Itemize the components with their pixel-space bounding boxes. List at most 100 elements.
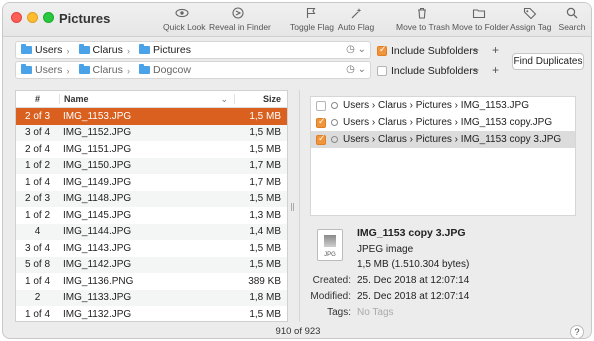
row-filename: IMG_1145.JPG <box>63 209 132 221</box>
folder-icon <box>78 64 90 74</box>
path-segment[interactable]: Clarus <box>74 62 123 78</box>
chevron-right-icon: › <box>66 46 70 56</box>
folder-icon <box>452 7 506 21</box>
row-number: 1 of 4 <box>24 176 51 188</box>
folder-icon <box>78 44 90 54</box>
reveal-in-finder-button[interactable]: Reveal in Finder <box>209 7 271 35</box>
quick-look-button[interactable]: Quick Look <box>163 7 206 35</box>
remove-path-button[interactable]: − <box>472 63 479 77</box>
toolbar: Pictures Quick Look Reveal in Finder Tog… <box>3 3 591 37</box>
row-number: 4 <box>34 226 41 238</box>
folder-icon <box>139 64 151 74</box>
table-row[interactable]: 3 of 4 IMG_1152.JPG 1,5 MB <box>16 124 287 141</box>
auto-flag-button[interactable]: Auto Flag <box>337 7 375 35</box>
split-view-handle[interactable] <box>290 203 295 211</box>
table-row[interactable]: 2 IMG_1133.JPG 1,8 MB <box>16 289 287 306</box>
path-segment[interactable]: Users <box>16 62 62 78</box>
row-filesize: 1,5 MB <box>249 110 281 122</box>
flag-radio-icon[interactable] <box>331 136 338 143</box>
column-header-name[interactable]: Name ⌄ <box>59 94 234 104</box>
recent-paths-icon[interactable]: ◷ ⌄ <box>346 44 366 55</box>
row-filename: IMG_1152.JPG <box>63 127 132 139</box>
assign-tag-button[interactable]: Assign Tag <box>510 7 551 35</box>
move-to-folder-button[interactable]: Move to Folder <box>452 7 509 35</box>
path-segment[interactable]: Dogcow <box>134 62 191 78</box>
path-segment[interactable]: Users <box>16 42 62 58</box>
remove-path-button[interactable]: − <box>472 43 479 57</box>
row-number: 2 of 3 <box>24 193 51 205</box>
row-filesize: 1,3 MB <box>249 209 281 221</box>
close-window-button[interactable] <box>11 12 22 23</box>
include-subfolders-secondary[interactable]: Include Subfolders <box>377 65 478 77</box>
column-header-size[interactable]: Size <box>234 94 287 104</box>
row-number: 1 of 4 <box>24 308 51 320</box>
add-path-button[interactable]: + <box>492 43 499 57</box>
row-filesize: 1,5 MB <box>249 308 281 320</box>
row-filename: IMG_1133.JPG <box>63 292 132 304</box>
row-filesize: 1,5 MB <box>249 143 281 155</box>
table-row[interactable]: 1 of 2 IMG_1145.JPG 1,3 MB <box>16 207 287 224</box>
duplicate-checkbox[interactable] <box>316 116 326 128</box>
row-filesize: 1,5 MB <box>249 259 281 271</box>
detail-filename: IMG_1153 copy 3.JPG <box>357 227 466 239</box>
table-row[interactable]: 1 of 4 IMG_1149.JPG 1,7 MB <box>16 174 287 191</box>
include-subfolders-checkbox[interactable] <box>377 44 387 56</box>
row-filename: IMG_1132.JPG <box>63 308 132 320</box>
table-row[interactable]: 2 of 3 IMG_1153.JPG 1,5 MB <box>16 108 287 125</box>
trash-icon <box>396 7 448 21</box>
help-button[interactable]: ? <box>570 325 584 338</box>
minimize-window-button[interactable] <box>27 12 38 23</box>
row-number: 2 of 3 <box>24 110 51 122</box>
list-item[interactable]: Users › Clarus › Pictures › IMG_1153 cop… <box>311 131 575 148</box>
row-number: 2 <box>34 292 41 304</box>
toggle-flag-button[interactable]: Toggle Flag <box>290 7 334 35</box>
table-row[interactable]: 5 of 8 IMG_1142.JPG 1,5 MB <box>16 256 287 273</box>
path-control-secondary[interactable]: Users › Clarus › Dogcow ◷ ⌄ <box>15 61 371 79</box>
table-row[interactable]: 2 of 3 IMG_1148.JPG 1,5 MB <box>16 190 287 207</box>
table-row[interactable]: 2 of 4 IMG_1151.JPG 1,5 MB <box>16 141 287 158</box>
row-filename: IMG_1144.JPG <box>63 226 132 238</box>
row-filename: IMG_1143.JPG <box>63 242 132 254</box>
chevron-right-icon: › <box>126 46 130 56</box>
file-thumbnail-icon: JPG <box>317 229 343 261</box>
duplicate-checkbox[interactable] <box>316 133 326 145</box>
reveal-icon <box>209 7 267 21</box>
flag-radio-icon[interactable] <box>331 119 338 126</box>
row-filesize: 1,7 MB <box>249 160 281 172</box>
modified-label: Modified: <box>310 291 351 302</box>
include-subfolders-primary[interactable]: Include Subfolders <box>377 44 478 57</box>
list-item[interactable]: Users › Clarus › Pictures › IMG_1153.JPG <box>311 97 575 114</box>
results-table: # Name ⌄ Size 2 of 3 IMG_1153.JPG 1,5 MB 3 o… <box>15 90 288 322</box>
list-item[interactable]: Users › Clarus › Pictures › IMG_1153 cop… <box>311 114 575 131</box>
table-row[interactable]: 3 of 4 IMG_1143.JPG 1,5 MB <box>16 240 287 257</box>
row-number: 3 of 4 <box>24 127 51 139</box>
move-to-trash-button[interactable]: Move to Trash <box>396 7 450 35</box>
table-row[interactable]: 4 IMG_1144.JPG 1,4 MB <box>16 223 287 240</box>
recent-paths-icon[interactable]: ◷ ⌄ <box>346 64 366 75</box>
status-count: 910 of 923 <box>275 326 321 337</box>
tag-icon <box>510 7 550 21</box>
flag-radio-icon[interactable] <box>331 102 338 109</box>
row-filename: IMG_1149.JPG <box>63 176 132 188</box>
table-header: # Name ⌄ Size <box>16 91 287 108</box>
row-filesize: 1,5 MB <box>249 127 281 139</box>
column-header-number[interactable]: # <box>16 94 59 104</box>
detail-kind: JPEG image <box>357 244 414 255</box>
table-row[interactable]: 1 of 2 IMG_1150.JPG 1,7 MB <box>16 157 287 174</box>
window-title: Pictures <box>59 11 111 26</box>
table-row[interactable]: 1 of 4 IMG_1136.PNG 389 KB <box>16 273 287 290</box>
add-path-button[interactable]: + <box>492 63 499 77</box>
path-segment[interactable]: Clarus <box>74 42 123 58</box>
search-button[interactable]: Search <box>557 7 587 35</box>
find-duplicates-button[interactable]: Find Duplicates <box>512 53 584 70</box>
created-value: 25. Dec 2018 at 12:07:14 <box>357 275 470 286</box>
duplicate-checkbox[interactable] <box>316 100 326 111</box>
row-number: 1 of 2 <box>24 160 51 172</box>
table-row[interactable]: 1 of 4 IMG_1132.JPG 1,5 MB <box>16 306 287 321</box>
zoom-window-button[interactable] <box>43 12 54 23</box>
tags-field[interactable]: No Tags <box>357 307 394 318</box>
row-filename: IMG_1148.JPG <box>63 193 132 205</box>
path-control-primary[interactable]: Users › Clarus › Pictures ◷ ⌄ <box>15 41 371 59</box>
include-subfolders-checkbox[interactable] <box>377 66 387 76</box>
path-segment[interactable]: Pictures <box>134 42 191 58</box>
